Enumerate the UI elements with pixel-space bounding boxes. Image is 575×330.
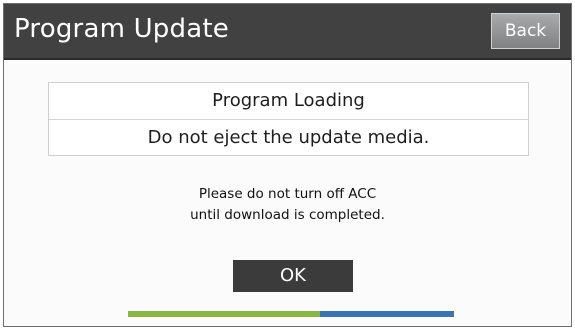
notice-line-2: until download is completed. — [190, 207, 385, 223]
progress-fill — [128, 311, 321, 317]
progress-bar — [128, 311, 454, 317]
status-message: Program Loading — [49, 83, 528, 120]
acc-notice: Please do not turn off ACC until downloa… — [4, 184, 571, 226]
back-button[interactable]: Back — [491, 13, 560, 49]
content-area: Program Loading Do not eject the update … — [4, 60, 571, 326]
message-box: Program Loading Do not eject the update … — [48, 82, 529, 156]
warning-message: Do not eject the update media. — [147, 127, 430, 148]
notice-line-1: Please do not turn off ACC — [198, 186, 377, 202]
update-screen: Program Update Back Program Loading Do n… — [3, 3, 572, 327]
ok-button[interactable]: OK — [233, 260, 353, 292]
title-bar: Program Update Back — [4, 4, 571, 60]
page-title: Program Update — [14, 14, 229, 44]
